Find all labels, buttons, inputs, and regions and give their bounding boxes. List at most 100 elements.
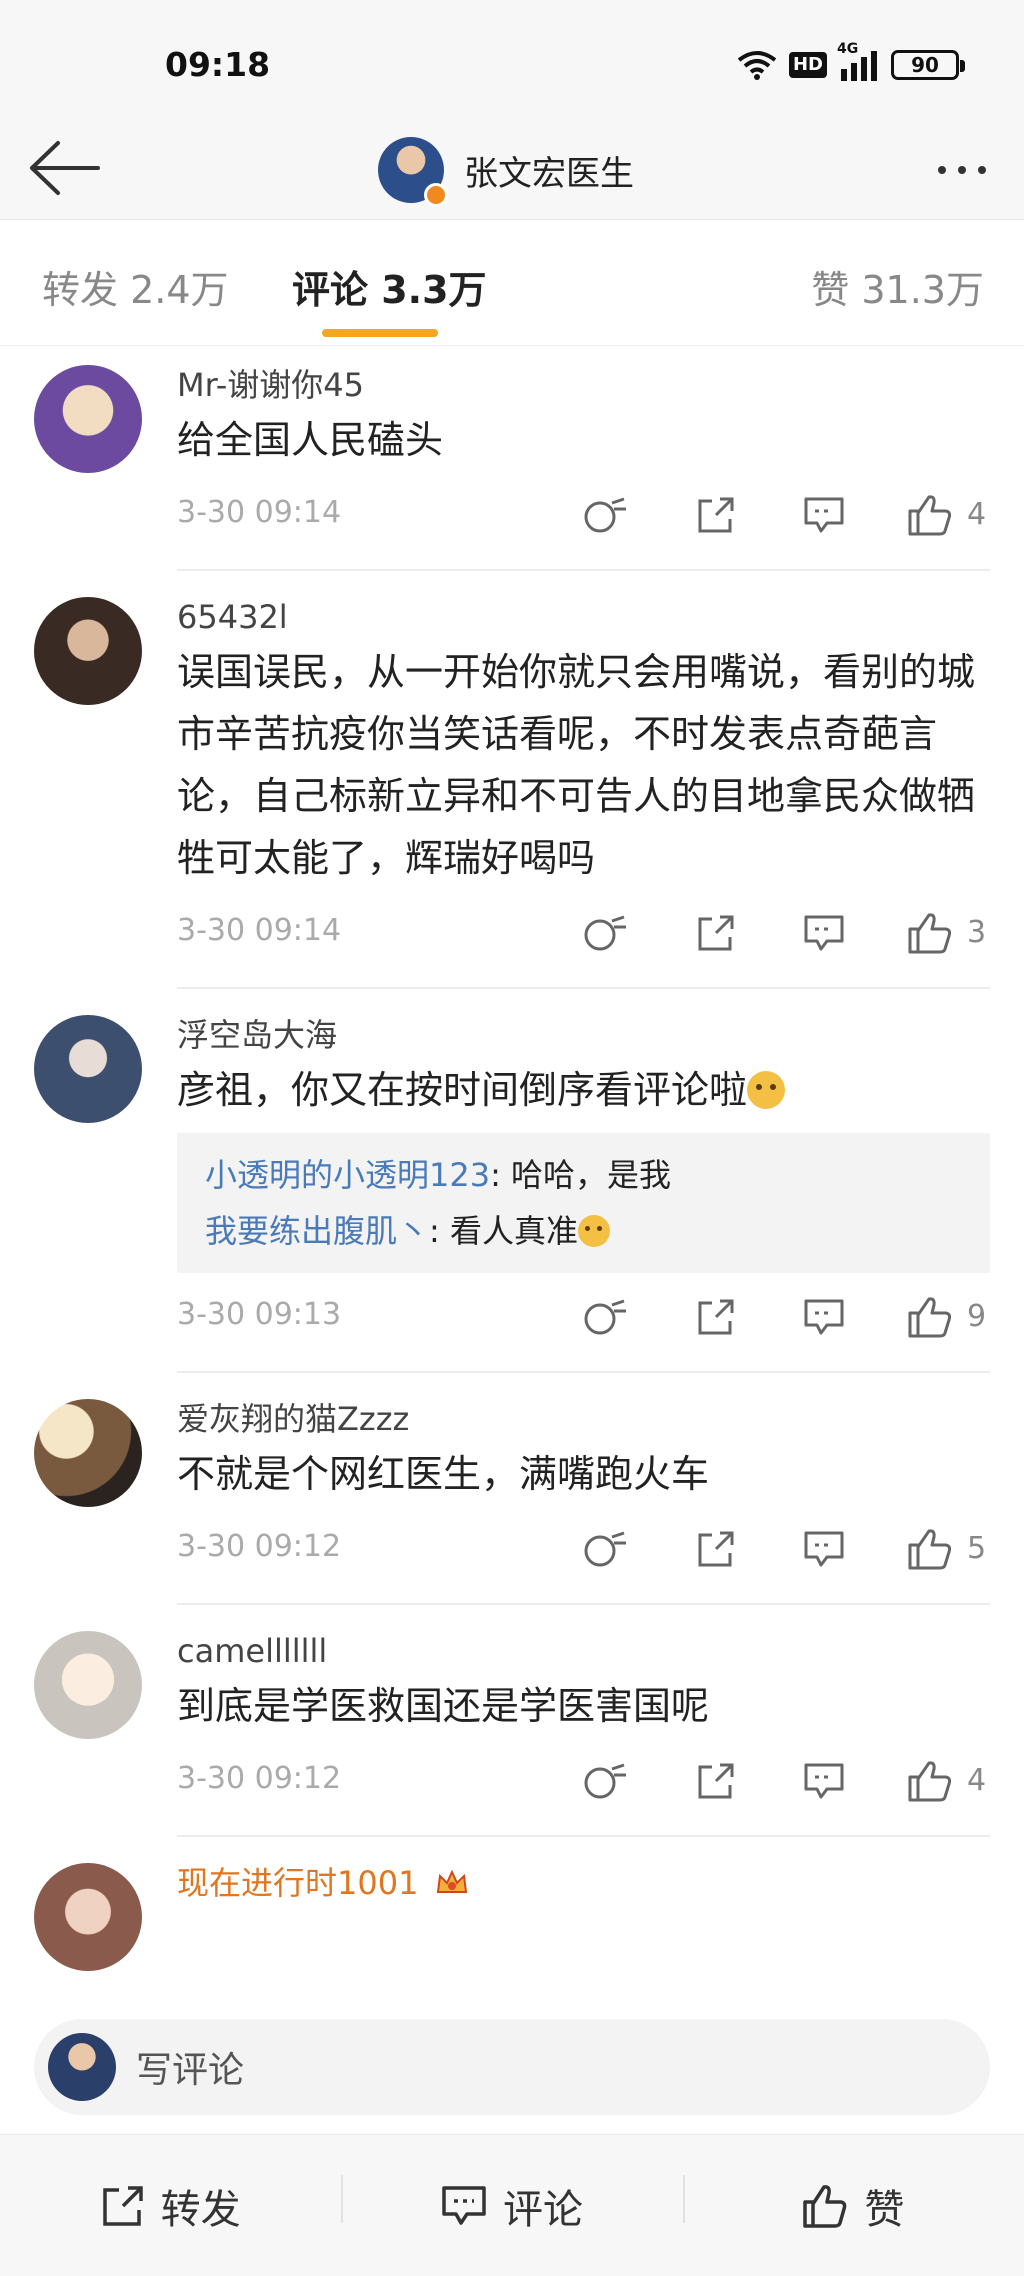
comment-time: 3-30 09:14 [177, 913, 342, 948]
reply-text: 哈哈，是我 [511, 1156, 672, 1194]
nav-bar: 张文宏医生 [0, 120, 1024, 220]
forward-heart-icon[interactable] [581, 491, 629, 539]
like-thumb-icon[interactable] [906, 1525, 954, 1573]
forward-heart-icon[interactable] [581, 1757, 629, 1805]
signal-icon: 4G [837, 41, 879, 81]
repost-button[interactable]: 转发 [0, 2135, 341, 2276]
comment-meta: 3-30 09:13 9 [177, 1287, 990, 1347]
like-thumb-icon[interactable] [906, 909, 954, 957]
tab-repost[interactable]: 转发 2.4万 [42, 259, 229, 314]
like-count: 5 [967, 1531, 987, 1566]
reply-icon[interactable] [800, 491, 848, 539]
more-options-button[interactable] [922, 140, 1002, 200]
comment-label: 评论 [502, 2186, 583, 2233]
more-dot-icon [938, 166, 946, 174]
like-count: 4 [967, 497, 987, 532]
like-label: 赞 [864, 2186, 905, 2233]
comment-time: 3-30 09:14 [177, 495, 342, 530]
network-type-label: 4G [837, 41, 859, 57]
comment-item: 爱灰翔的猫Zzzz 不就是个网红医生，满嘴跑火车 3-30 09:12 5 [0, 1373, 1024, 1605]
avatar[interactable] [34, 365, 142, 473]
comment-text: 误国误民，从一开始你就只会用嘴说，看别的城市辛苦抗疫你当笑话看呢，不时发表点奇葩… [177, 650, 976, 880]
comment-list[interactable]: Mr-谢谢你45 给全国人民磕头 3-30 09:14 4 65432l 误国误… [0, 347, 1024, 1999]
comment-username-text: 现在进行时1001 [177, 1864, 419, 1902]
back-button[interactable] [24, 128, 104, 208]
forward-heart-icon[interactable] [581, 909, 629, 957]
avatar[interactable] [34, 1015, 142, 1123]
like-thumb-icon[interactable] [906, 1293, 954, 1341]
comment-icon [442, 2185, 486, 2225]
active-tab-indicator [322, 329, 438, 337]
page-title: 张文宏医生 [464, 153, 634, 194]
comment-text: 给全国人民磕头 [177, 418, 444, 462]
reply-icon[interactable] [800, 1293, 848, 1341]
avatar[interactable] [378, 137, 448, 207]
comment-button[interactable]: 评论 [341, 2135, 682, 2276]
tab-comment[interactable]: 评论 3.3万 [292, 259, 487, 314]
doge-emoji-icon [747, 1071, 786, 1109]
reply-preview-box[interactable]: 小透明的小透明123: 哈哈，是我 我要练出腹肌丶: 看人真准 [177, 1133, 990, 1273]
comment-username[interactable]: 65432l [177, 597, 990, 637]
comment-text: 不就是个网红医生，满嘴跑火车 [177, 1452, 710, 1496]
comment-text-content: 彦祖，你又在按时间倒序看评论啦 [177, 1068, 748, 1112]
repost-icon [102, 2185, 143, 2226]
comment-item: 浮空岛大海 彦祖，你又在按时间倒序看评论啦 小透明的小透明123: 哈哈，是我 … [0, 989, 1024, 1373]
back-arrow-icon [30, 141, 100, 195]
status-time: 09:18 [165, 45, 271, 84]
tab-bar: 转发 2.4万 评论 3.3万 赞 31.3万 [0, 221, 1024, 346]
reply-separator: : [490, 1156, 512, 1194]
reply-username[interactable]: 小透明的小透明123 [205, 1156, 490, 1194]
reply-icon[interactable] [800, 1525, 848, 1573]
comment-input-placeholder: 写评论 [136, 2050, 245, 2091]
verified-badge-icon [424, 183, 448, 207]
comment-username[interactable]: 浮空岛大海 [177, 1015, 990, 1055]
reply-item: 小透明的小透明123: 哈哈，是我 [205, 1147, 962, 1203]
comment-meta: 3-30 09:12 5 [177, 1519, 990, 1579]
comment-text: 到底是学医救国还是学医害国呢 [177, 1684, 710, 1728]
comment-time: 3-30 09:12 [177, 1529, 342, 1564]
comment-username[interactable]: 爱灰翔的猫Zzzz [177, 1399, 990, 1439]
profile-header[interactable]: 张文宏医生 [378, 130, 634, 210]
more-dot-icon [978, 166, 986, 174]
avatar[interactable] [34, 1631, 142, 1739]
compose-area: 写评论 [0, 1999, 1024, 2134]
comment-username[interactable]: camelllllll [177, 1631, 990, 1671]
battery-indicator: 90 [891, 50, 965, 80]
comment-item: Mr-谢谢你45 给全国人民磕头 3-30 09:14 4 [0, 347, 1024, 571]
comment-username[interactable]: Mr-谢谢你45 [177, 365, 990, 405]
more-dot-icon [958, 166, 966, 174]
like-button[interactable]: 赞 [682, 2135, 1024, 2276]
tab-like[interactable]: 赞 31.3万 [811, 259, 984, 314]
bottom-action-bar: 转发 评论 赞 [0, 2134, 1024, 2276]
forward-heart-icon[interactable] [581, 1293, 629, 1341]
comment-time: 3-30 09:13 [177, 1297, 342, 1332]
avatar[interactable] [34, 1863, 142, 1971]
avatar[interactable] [34, 1399, 142, 1507]
doge-emoji-icon [577, 1215, 610, 1247]
reply-text: 看人真准 [449, 1212, 578, 1250]
status-icons: HD 4G 90 [737, 41, 965, 82]
reply-username[interactable]: 我要练出腹肌丶 [205, 1212, 429, 1250]
like-thumb-icon[interactable] [906, 1757, 954, 1805]
like-thumb-icon[interactable] [906, 491, 954, 539]
avatar[interactable] [34, 597, 142, 705]
comment-item: camelllllll 到底是学医救国还是学医害国呢 3-30 09:12 4 [0, 1605, 1024, 1837]
comment-input[interactable]: 写评论 [34, 2019, 990, 2115]
like-count: 9 [967, 1299, 987, 1334]
like-count: 4 [967, 1763, 987, 1798]
reply-icon[interactable] [800, 1757, 848, 1805]
repost-icon[interactable] [692, 491, 740, 539]
wifi-icon [737, 50, 777, 80]
comment-time: 3-30 09:12 [177, 1761, 342, 1796]
repost-icon[interactable] [692, 1525, 740, 1573]
repost-icon[interactable] [692, 1293, 740, 1341]
status-bar: 09:18 HD 4G 90 [0, 0, 1024, 120]
forward-heart-icon[interactable] [581, 1525, 629, 1573]
reply-icon[interactable] [800, 909, 848, 957]
repost-icon[interactable] [692, 1757, 740, 1805]
repost-icon[interactable] [692, 909, 740, 957]
comment-meta: 3-30 09:12 4 [177, 1751, 990, 1811]
reply-separator: : [429, 1212, 450, 1250]
comment-username[interactable]: 现在进行时1001 [177, 1863, 990, 1903]
comment-meta: 3-30 09:14 4 [177, 485, 990, 545]
